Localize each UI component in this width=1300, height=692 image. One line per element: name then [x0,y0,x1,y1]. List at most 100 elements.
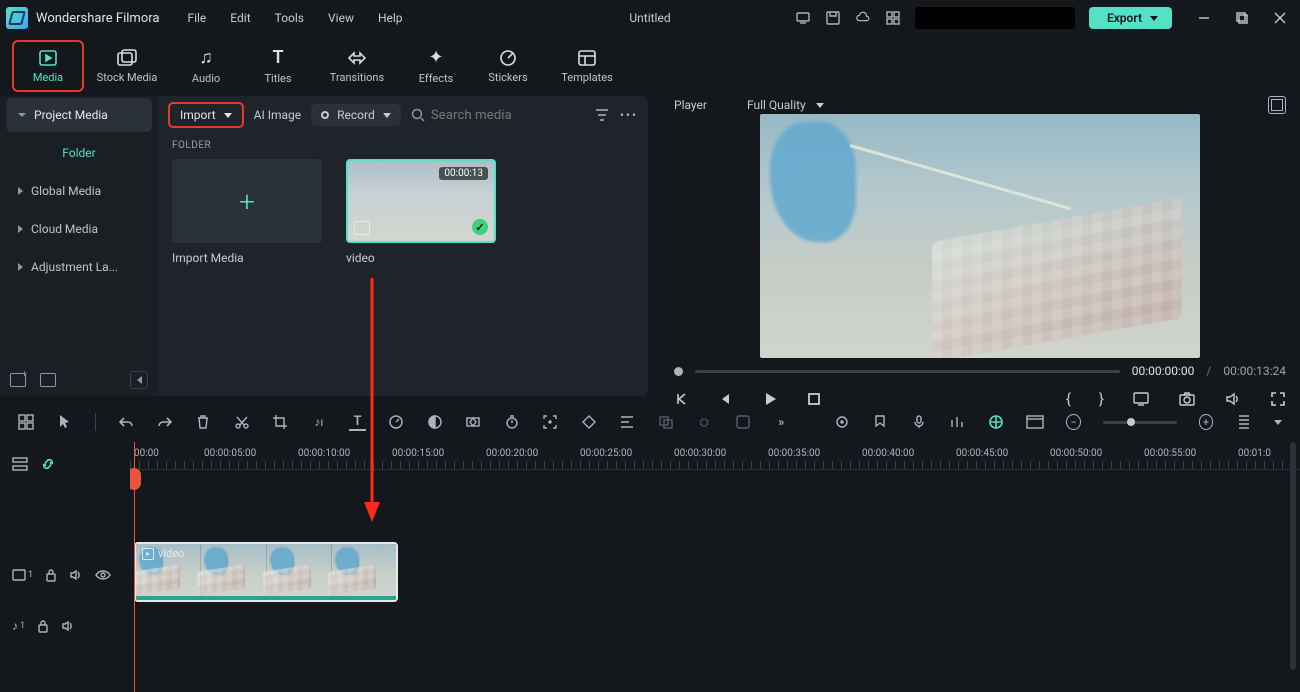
expand-toolbar-button[interactable]: » [773,413,790,431]
tab-transitions[interactable]: Transitions [314,40,400,92]
voiceover-button[interactable] [911,413,928,431]
import-button[interactable]: Import [168,102,244,128]
sidebar-cloud-media[interactable]: Cloud Media [6,212,152,246]
preview-viewport[interactable] [674,114,1286,358]
zoom-out-button[interactable]: − [1066,414,1081,430]
tab-stock-media[interactable]: Stock Media [84,40,170,92]
export-button[interactable]: Export [1089,7,1172,29]
sidebar-folder[interactable]: Folder [6,136,152,170]
audio-track-header[interactable]: ♪1 [0,606,130,646]
menu-file[interactable]: File [187,11,206,25]
menu-edit[interactable]: Edit [230,11,250,25]
color-button[interactable] [426,413,443,431]
new-bin-button[interactable] [40,373,56,387]
mute-icon[interactable] [69,569,83,581]
menu-help[interactable]: Help [378,11,403,25]
play-button[interactable] [762,391,778,407]
chevron-right-icon [18,225,23,233]
timeline-ruler[interactable]: 00:0000:00:05:0000:00:10:0000:00:15:0000… [130,442,1300,470]
video-track-header[interactable]: 1 [0,544,130,606]
layout-button[interactable] [18,413,35,431]
mute-icon[interactable] [61,620,75,632]
close-button[interactable] [1272,10,1288,26]
more-button[interactable]: ••• [620,108,638,122]
marker-add-button[interactable] [988,413,1005,431]
mark-out-button[interactable]: } [1099,390,1104,408]
tab-titles[interactable]: T Titles [242,40,314,92]
zoom-slider[interactable] [1103,421,1176,424]
snapshot-button[interactable] [1178,391,1196,407]
text-button[interactable]: T [349,413,366,431]
undo-button[interactable] [118,413,135,431]
mask-button[interactable] [734,413,751,431]
new-folder-button[interactable] [10,373,26,387]
fullscreen-button[interactable] [1270,391,1286,407]
scrub-bar[interactable]: 00:00:00:00 / 00:00:13:24 [674,364,1286,378]
media-sidebar: Project Media Folder Global Media Cloud … [0,96,158,396]
tab-media[interactable]: Media [12,40,84,92]
save-icon[interactable] [825,10,841,26]
timeline-tracks[interactable]: 00:0000:00:05:0000:00:10:0000:00:15:0000… [130,442,1300,692]
import-media-slot[interactable]: + Import Media [172,159,322,265]
sidebar-global-media[interactable]: Global Media [6,174,152,208]
snapshot-icon[interactable] [1268,96,1286,114]
cursor-button[interactable] [57,413,74,431]
menu-view[interactable]: View [328,11,354,25]
audio-mix-button[interactable] [949,413,966,431]
music-button[interactable]: ♪ı [311,413,328,431]
player-title: Player [674,98,707,112]
display-mode-button[interactable] [1132,391,1150,407]
keyframe-button[interactable] [465,413,482,431]
visibility-icon[interactable] [95,569,111,581]
crop-button[interactable] [272,413,289,431]
timeline-clip[interactable]: video [134,542,398,602]
cut-button[interactable] [234,413,251,431]
search-input[interactable] [431,108,541,123]
record-button[interactable]: Record [311,104,401,126]
vertical-scrollbar[interactable] [1290,442,1296,670]
track-options-button[interactable] [1235,413,1252,431]
group-button[interactable] [657,413,674,431]
step-back-button[interactable] [718,391,734,407]
guide-button[interactable] [834,413,851,431]
apps-icon[interactable] [885,10,901,26]
delete-button[interactable] [195,413,212,431]
sidebar-adjustment-layer[interactable]: Adjustment La... [6,250,152,284]
mark-in-button[interactable]: { [1066,390,1071,408]
lock-icon[interactable] [37,619,49,633]
vehicle-button[interactable]: ⛭ [696,413,713,431]
marker-button[interactable] [872,413,889,431]
align-button[interactable] [619,413,636,431]
focus-button[interactable] [542,413,559,431]
sidebar-project-media[interactable]: Project Media [6,98,152,132]
stop-button[interactable] [806,391,822,407]
tab-audio[interactable]: ♫ Audio [170,40,242,92]
tab-templates[interactable]: Templates [544,40,630,92]
minimize-button[interactable] [1196,10,1212,26]
tab-effects[interactable]: ✦ Effects [400,40,472,92]
device-icon[interactable] [795,10,811,26]
lock-icon[interactable] [45,568,57,582]
title-search-area[interactable] [915,7,1075,29]
maximize-button[interactable] [1234,10,1250,26]
playhead[interactable] [134,442,135,692]
tracks-layout-button[interactable] [12,456,28,472]
filter-button[interactable] [594,107,610,123]
media-clip-slot[interactable]: 00:00:13 ✓ video [346,159,496,265]
ratio-button[interactable] [1026,413,1044,431]
speed-button[interactable] [388,413,405,431]
diamond-button[interactable] [580,413,597,431]
collapse-sidebar-button[interactable] [130,371,148,389]
scrub-handle[interactable] [674,367,683,376]
tab-stickers[interactable]: Stickers [472,40,544,92]
ai-image-button[interactable]: AI Image [254,108,301,122]
link-button[interactable] [40,456,56,472]
redo-button[interactable] [157,413,174,431]
timer-button[interactable] [503,413,520,431]
menu-tools[interactable]: Tools [275,11,304,25]
cloud-icon[interactable] [855,10,871,26]
prev-frame-button[interactable] [674,391,690,407]
volume-button[interactable] [1224,391,1242,407]
quality-selector[interactable]: Full Quality [747,98,824,112]
zoom-in-button[interactable]: + [1199,414,1214,430]
